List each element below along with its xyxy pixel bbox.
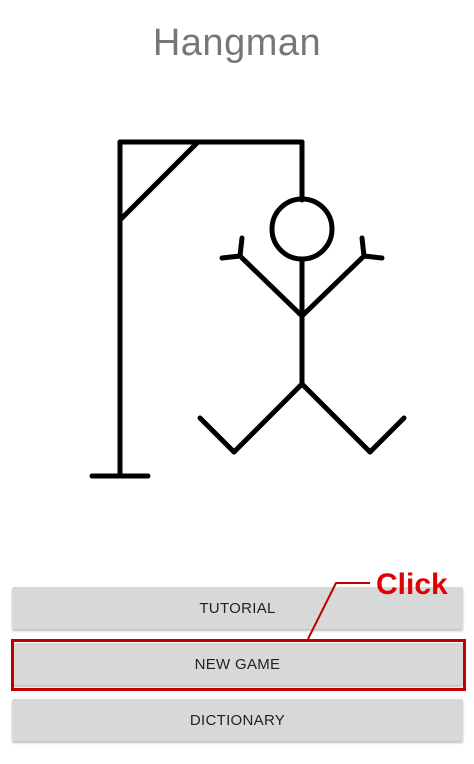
stickman-left-hand-b bbox=[219, 253, 243, 261]
stickman-right-hand-a bbox=[359, 235, 367, 259]
stickman-left-arm bbox=[237, 253, 305, 319]
stickman-head bbox=[269, 196, 335, 262]
tutorial-button-label: TUTORIAL bbox=[199, 599, 276, 617]
stickman-right-leg bbox=[299, 381, 373, 455]
hangman-drawing bbox=[89, 139, 407, 479]
stickman-right-arm bbox=[299, 253, 367, 319]
gallows-brace bbox=[117, 139, 201, 223]
stickman-right-hand-b bbox=[361, 253, 385, 261]
stickman-left-leg bbox=[231, 381, 305, 455]
stickman-left-hand-a bbox=[237, 235, 245, 259]
click-annotation: Click bbox=[376, 568, 448, 601]
dictionary-button-label: DICTIONARY bbox=[189, 711, 286, 729]
dictionary-button[interactable]: DICTIONARY bbox=[12, 699, 463, 741]
new-game-button[interactable]: NEW GAME bbox=[12, 643, 463, 685]
new-game-button-label: NEW GAME bbox=[194, 655, 281, 673]
stickman-left-foot bbox=[197, 415, 237, 455]
stickman-right-foot bbox=[367, 415, 407, 455]
